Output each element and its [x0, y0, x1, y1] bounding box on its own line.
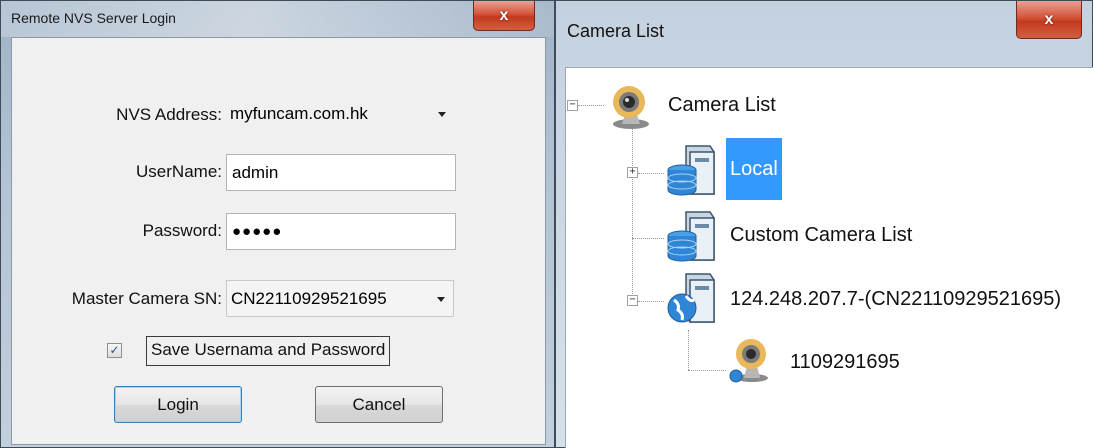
password-input[interactable]: ●●●●●: [226, 213, 456, 250]
cancel-button[interactable]: Cancel: [315, 386, 443, 423]
login-form: NVS Address: myfuncam.com.hk UserName: a…: [11, 37, 546, 445]
tree-expand-toggle[interactable]: +: [627, 167, 638, 178]
save-credentials-label[interactable]: Save Usernama and Password: [146, 336, 391, 366]
camera-list-window-title: Camera List: [567, 21, 665, 41]
login-window: Remote NVS Server Login x NVS Address: m…: [0, 0, 555, 448]
camera-list-window: Camera List x − Camera List + Local Cust…: [555, 0, 1093, 448]
camera-list-close-button[interactable]: x: [1016, 1, 1082, 39]
master-sn-combo[interactable]: CN22110929521695: [226, 280, 454, 317]
login-window-title: Remote NVS Server Login: [1, 1, 554, 37]
login-close-button[interactable]: x: [473, 1, 535, 31]
tree-connector: [578, 105, 604, 106]
username-input[interactable]: admin: [226, 154, 456, 191]
tree-node-remote-server[interactable]: 124.248.207.7-(CN22110929521695): [730, 288, 1061, 311]
tree-connector: [632, 118, 633, 302]
tree-connector: [638, 301, 664, 302]
nvs-address-label: NVS Address:: [116, 105, 222, 124]
database-server-icon: [667, 211, 715, 262]
master-sn-value: CN22110929521695: [231, 289, 387, 308]
nvs-address-combo[interactable]: myfuncam.com.hk: [226, 96, 454, 133]
tree-connector: [688, 330, 689, 370]
webcam-icon: [613, 86, 649, 129]
close-icon: x: [1044, 10, 1054, 28]
login-button[interactable]: Login: [114, 386, 242, 423]
tree-connector: [638, 173, 664, 174]
tree-connector: [688, 370, 726, 371]
username-label: UserName:: [136, 162, 222, 181]
password-label: Password:: [142, 221, 222, 240]
tree-node-camera-1109291695[interactable]: 1109291695: [790, 351, 900, 374]
tree-node-camera-list[interactable]: Camera List: [668, 94, 776, 117]
tree-collapse-toggle[interactable]: −: [567, 100, 578, 111]
save-credentials-checkbox[interactable]: ✓: [107, 343, 122, 358]
tree-collapse-toggle[interactable]: −: [627, 295, 638, 306]
chevron-down-icon[interactable]: [437, 297, 445, 302]
network-server-icon: [667, 273, 715, 323]
tree-connector: [632, 238, 664, 239]
master-sn-label: Master Camera SN:: [71, 289, 222, 308]
camera-tree[interactable]: − Camera List + Local Custom Camera List…: [565, 67, 1093, 448]
chevron-down-icon[interactable]: [438, 112, 446, 117]
nvs-address-value: myfuncam.com.hk: [230, 104, 368, 123]
close-icon: x: [499, 6, 509, 24]
tree-node-local[interactable]: Local: [726, 138, 782, 200]
tree-node-custom-camera-list[interactable]: Custom Camera List: [730, 224, 912, 247]
webcam-icon: [729, 339, 768, 383]
database-server-icon: [667, 145, 715, 196]
